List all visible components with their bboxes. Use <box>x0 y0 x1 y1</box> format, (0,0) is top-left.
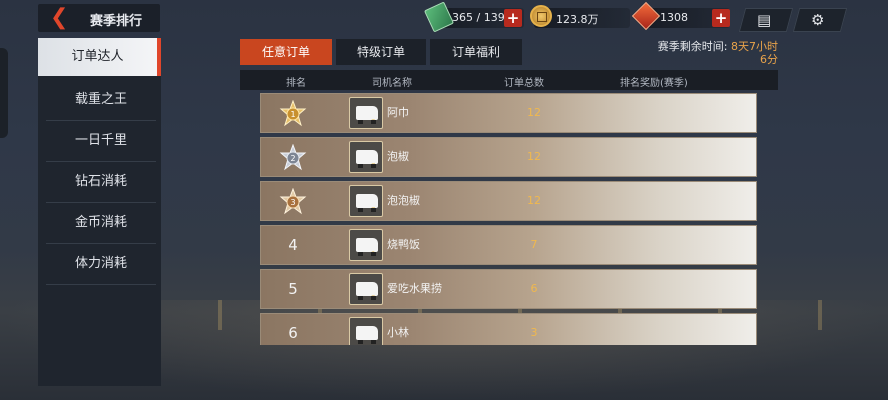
truck-avatar: 5 <box>349 141 383 173</box>
cash-resource: 365 / 139 + <box>423 1 524 33</box>
season-label: 赛季剩余时间: <box>657 40 728 53</box>
driver-name: 泡泡椒 <box>387 194 420 207</box>
table-row[interactable]: 6 小林 3 <box>260 313 757 345</box>
truck-avatar: 3 <box>349 97 383 129</box>
tab-any-orders[interactable]: 任意订单 <box>240 39 332 65</box>
header-order-total: 订单总数 <box>504 78 544 89</box>
order-count: 12 <box>527 106 541 119</box>
table-row[interactable]: 3 5 泡泡椒 12 <box>260 181 757 221</box>
tab-order-rewards[interactable]: 订单福利 <box>430 39 522 65</box>
coin-icon <box>530 5 552 27</box>
order-count: 6 <box>530 282 538 295</box>
settings-button[interactable]: ⚙ <box>792 8 848 32</box>
sidebar-item-stamina-use[interactable]: 体力消耗 <box>46 244 156 285</box>
rank-number: 6 <box>288 324 298 342</box>
truck-avatar: 3 <box>349 273 383 305</box>
gold-medal-icon: 1 <box>279 100 307 127</box>
header-rank: 排名 <box>286 78 306 89</box>
sidebar-item-order-master[interactable]: 订单达人 <box>38 38 161 76</box>
season-time-line2: 6分 <box>760 53 778 66</box>
coin-resource: 123.8万 <box>530 5 630 28</box>
header-rank-reward: 排名奖励(赛季) <box>620 78 688 89</box>
silver-medal-icon: 2 <box>279 144 307 171</box>
truck-avatar: 5 <box>349 185 383 217</box>
shop-button[interactable]: ▤ <box>738 8 794 32</box>
truck-level: 3 <box>371 118 376 126</box>
sidebar-item-distance[interactable]: 一日千里 <box>46 121 156 162</box>
sidebar-item-gold-use[interactable]: 金币消耗 <box>46 203 156 244</box>
truck-avatar: 1 <box>349 229 383 261</box>
add-cash-button[interactable]: + <box>504 9 522 27</box>
medal-rank: 1 <box>290 110 295 119</box>
rank-number: 4 <box>288 236 298 254</box>
gem-icon <box>631 1 661 31</box>
table-row[interactable]: 4 1 烧鸭饭 7 <box>260 225 757 265</box>
driver-name: 烧鸭饭 <box>387 238 420 251</box>
order-count: 12 <box>527 150 541 163</box>
edge-handle[interactable] <box>0 48 8 138</box>
table-row[interactable]: 5 3 爱吃水果捞 6 <box>260 269 757 309</box>
table-header: 排名 司机名称 订单总数 排名奖励(赛季) <box>240 70 778 90</box>
order-count: 12 <box>527 194 541 207</box>
page-title: 赛季排行 <box>90 14 143 29</box>
driver-name: 爱吃水果捞 <box>387 282 442 295</box>
add-gem-button[interactable]: + <box>712 9 730 27</box>
coin-value: 123.8万 <box>556 13 599 26</box>
rank-number: 5 <box>288 280 298 298</box>
header-driver-name: 司机名称 <box>372 78 412 89</box>
gem-resource: 1308 + <box>631 1 730 31</box>
truck-level: 1 <box>371 250 376 258</box>
gear-icon: ⚙ <box>811 11 825 29</box>
header-bar: ❮ 赛季排行 <box>38 4 160 32</box>
driver-name: 小林 <box>387 326 409 339</box>
driver-name: 阿巾 <box>387 106 409 119</box>
truck-level: 5 <box>371 162 376 170</box>
truck-level: 3 <box>371 294 376 302</box>
order-count: 7 <box>530 238 538 251</box>
cash-value: 365 / 139 <box>452 11 505 24</box>
sidebar: 订单达人 载重之王 一日千里 钻石消耗 金币消耗 体力消耗 <box>38 38 161 386</box>
medal-rank: 3 <box>290 198 295 207</box>
cash-icon <box>423 1 455 33</box>
tab-premium-orders[interactable]: 特级订单 <box>336 39 426 65</box>
shop-icon: ▤ <box>757 11 772 29</box>
season-time-line1: 8天7小时 <box>731 40 778 53</box>
truck-avatar <box>349 317 383 345</box>
driver-name: 泡椒 <box>387 150 409 163</box>
sidebar-item-load-king[interactable]: 载重之王 <box>46 80 156 121</box>
gem-value: 1308 <box>660 11 688 24</box>
back-arrow-icon[interactable]: ❮ <box>50 7 68 29</box>
sidebar-item-diamond-use[interactable]: 钻石消耗 <box>46 162 156 203</box>
table-row[interactable]: 2 5 泡椒 12 <box>260 137 757 177</box>
order-count: 3 <box>530 326 538 339</box>
bronze-medal-icon: 3 <box>279 188 307 215</box>
truck-level: 5 <box>371 206 376 214</box>
season-timer: 赛季剩余时间: 8天7小时 6分 <box>658 40 778 66</box>
ranking-list[interactable]: 1 3 阿巾 12 2 5 泡椒 12 3 5 泡泡椒 12 4 1 烧鸭饭 7… <box>240 90 778 345</box>
medal-rank: 2 <box>290 154 295 163</box>
table-row[interactable]: 1 3 阿巾 12 <box>260 93 757 133</box>
